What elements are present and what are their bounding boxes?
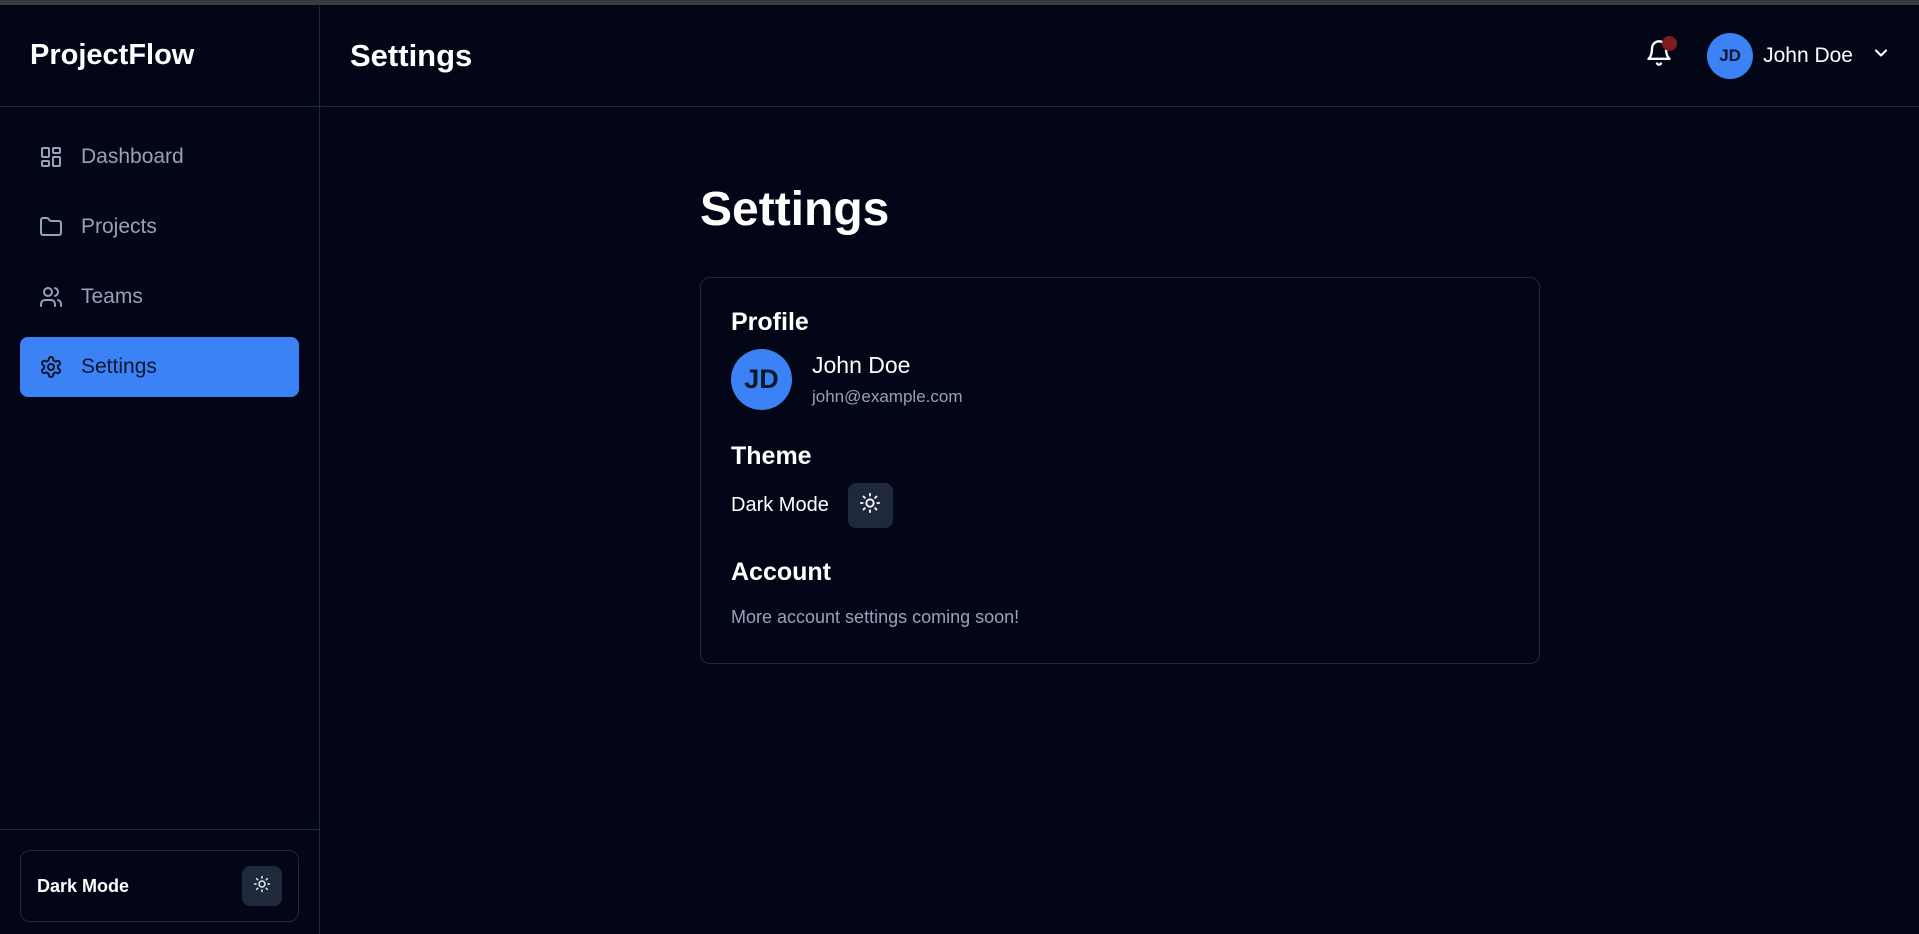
header-actions: JD John Doe bbox=[1639, 32, 1891, 79]
sun-icon bbox=[253, 875, 271, 898]
profile-name: John Doe bbox=[812, 352, 911, 378]
users-icon bbox=[36, 282, 66, 312]
avatar: JD bbox=[731, 349, 792, 410]
brand-logo[interactable]: ProjectFlow bbox=[0, 5, 319, 107]
theme-toggle-button[interactable] bbox=[242, 866, 282, 906]
user-menu[interactable]: JD John Doe bbox=[1707, 32, 1891, 79]
sidebar-item-label: Teams bbox=[81, 285, 143, 308]
account-note: More account settings coming soon! bbox=[731, 607, 1020, 627]
profile-heading: Profile bbox=[731, 308, 809, 336]
chevron-down-icon bbox=[1871, 43, 1891, 68]
profile-email: john@example.com bbox=[812, 387, 963, 406]
notifications-button[interactable] bbox=[1639, 35, 1679, 76]
sidebar-footer: Dark Mode bbox=[0, 829, 319, 934]
sidebar-item-teams[interactable]: Teams bbox=[20, 267, 299, 327]
folder-icon bbox=[36, 212, 66, 242]
gear-icon bbox=[36, 352, 66, 382]
sidebar: ProjectFlow Dashboard Projects Teams Set… bbox=[0, 5, 320, 934]
theme-toggle-button[interactable] bbox=[847, 483, 893, 528]
theme-heading: Theme bbox=[731, 442, 812, 470]
user-name: John Doe bbox=[1763, 43, 1853, 67]
profile-row: JD John Doe john@example.com bbox=[731, 349, 1509, 410]
page-title: Settings bbox=[350, 37, 473, 73]
profile-info: John Doe john@example.com bbox=[812, 352, 963, 407]
sidebar-item-settings[interactable]: Settings bbox=[20, 337, 299, 397]
notification-dot bbox=[1662, 35, 1678, 51]
sun-icon bbox=[859, 492, 881, 519]
top-header: Settings JD John Doe bbox=[321, 5, 1919, 107]
sidebar-nav: Dashboard Projects Teams Settings bbox=[0, 107, 319, 427]
sidebar-item-label: Dashboard bbox=[81, 145, 184, 168]
settings-card: Profile JD John Doe john@example.com The… bbox=[700, 277, 1540, 664]
sidebar-item-projects[interactable]: Projects bbox=[20, 197, 299, 257]
theme-toggle-card: Dark Mode bbox=[20, 850, 299, 922]
settings-heading: Settings bbox=[700, 183, 890, 236]
account-heading: Account bbox=[731, 558, 831, 586]
theme-row: Dark Mode bbox=[731, 483, 1509, 528]
sidebar-item-label: Settings bbox=[81, 355, 157, 378]
avatar: JD bbox=[1707, 32, 1754, 79]
theme-label: Dark Mode bbox=[37, 875, 130, 896]
theme-label: Dark Mode bbox=[731, 494, 829, 516]
dashboard-icon bbox=[36, 142, 66, 172]
sidebar-item-dashboard[interactable]: Dashboard bbox=[20, 127, 299, 187]
sidebar-item-label: Projects bbox=[81, 215, 157, 238]
